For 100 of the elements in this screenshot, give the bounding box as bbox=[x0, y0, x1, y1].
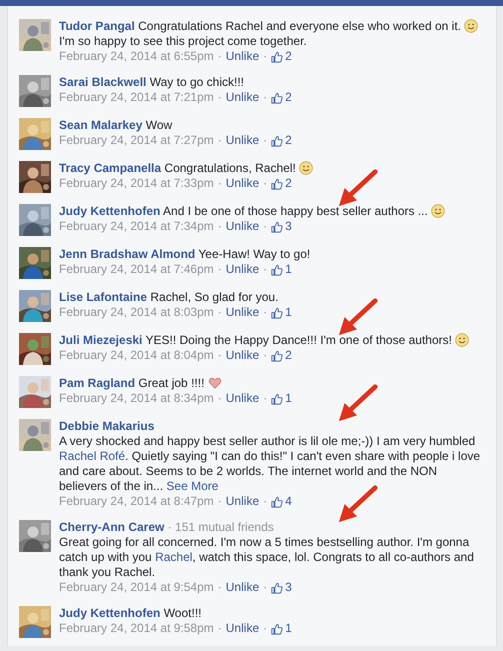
separator: · bbox=[218, 219, 222, 234]
author-name[interactable]: Sean Malarkey bbox=[59, 118, 142, 132]
separator: · bbox=[263, 90, 268, 105]
separator: · bbox=[218, 49, 222, 64]
separator: · bbox=[263, 580, 268, 595]
timestamp: February 24, 2014 at 8:03pm bbox=[59, 305, 214, 320]
author-name[interactable]: Sarai Blackwell bbox=[59, 75, 146, 89]
unlike-link[interactable]: Unlike bbox=[226, 305, 260, 320]
smiley-icon bbox=[464, 19, 478, 33]
author-name[interactable]: Judy Kettenhofen bbox=[59, 204, 160, 218]
like-count[interactable]: 2 bbox=[285, 90, 292, 105]
unlike-link[interactable]: Unlike bbox=[226, 621, 260, 636]
unlike-link[interactable]: Unlike bbox=[226, 90, 260, 105]
separator: · bbox=[218, 305, 222, 320]
thumbs-up-icon bbox=[271, 178, 284, 190]
separator: · bbox=[263, 494, 268, 509]
separator: · bbox=[218, 348, 222, 363]
thumbs-up-icon bbox=[271, 350, 284, 362]
like-count[interactable]: 1 bbox=[285, 621, 292, 636]
author-name[interactable]: Tracy Campanella bbox=[59, 161, 162, 175]
comment-text: Sarai Blackwell Way to go chick!!! bbox=[59, 75, 245, 90]
author-name[interactable]: Pam Ragland bbox=[59, 376, 136, 390]
unlike-link[interactable]: Unlike bbox=[226, 176, 260, 191]
separator: · bbox=[263, 348, 268, 363]
thumbs-up-icon bbox=[271, 50, 284, 62]
separator: · bbox=[218, 580, 222, 595]
timestamp: February 24, 2014 at 9:54pm bbox=[59, 580, 214, 595]
timestamp: February 24, 2014 at 7:46pm bbox=[59, 262, 214, 277]
like-count[interactable]: 2 bbox=[285, 133, 292, 148]
separator: · bbox=[218, 621, 222, 636]
author-name[interactable]: Jenn Bradshaw Almond bbox=[59, 247, 196, 261]
smiley-icon bbox=[431, 204, 446, 218]
like-count[interactable]: 3 bbox=[285, 219, 292, 234]
comment-text: Tracy Campanella Congratulations, Rachel! bbox=[59, 161, 487, 176]
like-count[interactable]: 2 bbox=[285, 49, 292, 64]
separator: · bbox=[218, 90, 222, 105]
timestamp: February 24, 2014 at 7:33pm bbox=[59, 176, 214, 191]
timestamp: February 24, 2014 at 6:55pm bbox=[59, 49, 214, 64]
thumbs-up-icon bbox=[271, 582, 284, 594]
separator: · bbox=[263, 262, 268, 277]
timestamp: February 24, 2014 at 8:34pm bbox=[59, 391, 214, 406]
comment-text: Tudor Pangal Congratulations Rachel and everyone else who worked on it. I'm so happy to see this project come together. bbox=[59, 19, 487, 49]
separator: · bbox=[263, 391, 268, 406]
comment-text: Pam Ragland Great job !!!! bbox=[59, 376, 487, 391]
separator: · bbox=[218, 494, 222, 509]
comment-text: Great going for all concerned. I'm now a 5 times bestselling author. I'm gonna catch up with you Rachel, watch this space, lol. Congrats to all co-authors and thank you Rachel. bbox=[59, 535, 475, 580]
thumbs-up-icon bbox=[271, 264, 284, 276]
separator: · bbox=[218, 176, 222, 191]
unlike-link[interactable]: Unlike bbox=[226, 219, 260, 234]
thumbs-up-icon bbox=[271, 622, 284, 634]
thumbs-up-icon bbox=[271, 306, 284, 318]
unlike-link[interactable]: Unlike bbox=[226, 49, 260, 64]
separator: · bbox=[263, 305, 268, 320]
author-name[interactable]: Lise Lafontaine bbox=[59, 290, 148, 304]
unlike-link[interactable]: Unlike bbox=[226, 580, 260, 595]
author-name[interactable]: Cherry-Ann Carew bbox=[59, 520, 164, 534]
author-name[interactable]: Debbie Makarius bbox=[59, 419, 154, 433]
like-count[interactable]: 3 bbox=[285, 580, 292, 595]
unlike-link[interactable]: Unlike bbox=[226, 133, 260, 148]
link[interactable]: See More bbox=[166, 479, 218, 493]
comment-text: Juli Miezejeski YES!! Doing the Happy Dance!!! I'm one of those authors! bbox=[59, 333, 487, 348]
timestamp: February 24, 2014 at 8:47pm bbox=[59, 494, 214, 509]
timestamp: February 24, 2014 at 7:34pm bbox=[59, 219, 214, 234]
separator: · bbox=[263, 133, 268, 148]
timestamp: February 24, 2014 at 7:27pm bbox=[59, 133, 214, 148]
unlike-link[interactable]: Unlike bbox=[226, 348, 260, 363]
author-name[interactable]: Judy Kettenhofen bbox=[59, 606, 160, 620]
like-count[interactable]: 1 bbox=[285, 391, 292, 406]
timestamp: February 24, 2014 at 9:58pm bbox=[59, 621, 214, 636]
heart-icon bbox=[208, 376, 222, 390]
thumbs-up-icon bbox=[271, 392, 284, 404]
separator: · bbox=[263, 49, 268, 64]
separator: · bbox=[218, 133, 222, 148]
unlike-link[interactable]: Unlike bbox=[226, 391, 260, 406]
timestamp: February 24, 2014 at 7:21pm bbox=[59, 90, 214, 105]
separator: · bbox=[263, 176, 268, 191]
unlike-link[interactable]: Unlike bbox=[226, 262, 260, 277]
like-count[interactable]: 2 bbox=[285, 348, 292, 363]
thumbs-up-icon bbox=[271, 220, 284, 232]
smiley-icon bbox=[299, 161, 314, 175]
like-count[interactable]: 2 bbox=[285, 176, 292, 191]
like-count[interactable]: 1 bbox=[285, 262, 292, 277]
comment-text: Judy Kettenhofen Woot!!! bbox=[59, 606, 202, 621]
like-count[interactable]: 4 bbox=[285, 494, 292, 509]
comment-text: A very shocked and happy best seller author is lil ole me;-)) I am very humbled Rachel Rofé. Quietly saying "I can do this!" I can't even share with people i love and care about. Seems to be 2 worlds. The internet world and the NON believers of the in... See More bbox=[59, 434, 482, 494]
author-name[interactable]: Juli Miezejeski bbox=[59, 333, 142, 347]
unlike-link[interactable]: Unlike bbox=[226, 494, 260, 509]
link[interactable]: Rachel Rofé bbox=[59, 449, 126, 463]
thumbs-up-icon bbox=[271, 92, 284, 104]
author-name[interactable]: Tudor Pangal bbox=[59, 19, 135, 33]
mutual-friends: · 151 mutual friends bbox=[166, 520, 274, 534]
separator: · bbox=[218, 391, 222, 406]
comment-text: Jenn Bradshaw Almond Yee-Haw! Way to go! bbox=[59, 247, 312, 262]
thumbs-up-icon bbox=[271, 496, 284, 508]
separator: · bbox=[263, 621, 268, 636]
comment-text: Sean Malarkey Wow bbox=[59, 118, 174, 133]
link[interactable]: Rachel bbox=[155, 550, 192, 564]
comment-text: Judy Kettenhofen And I be one of those happy best seller authors ... bbox=[59, 204, 487, 219]
like-count[interactable]: 1 bbox=[285, 305, 292, 320]
thumbs-up-icon bbox=[271, 134, 284, 146]
